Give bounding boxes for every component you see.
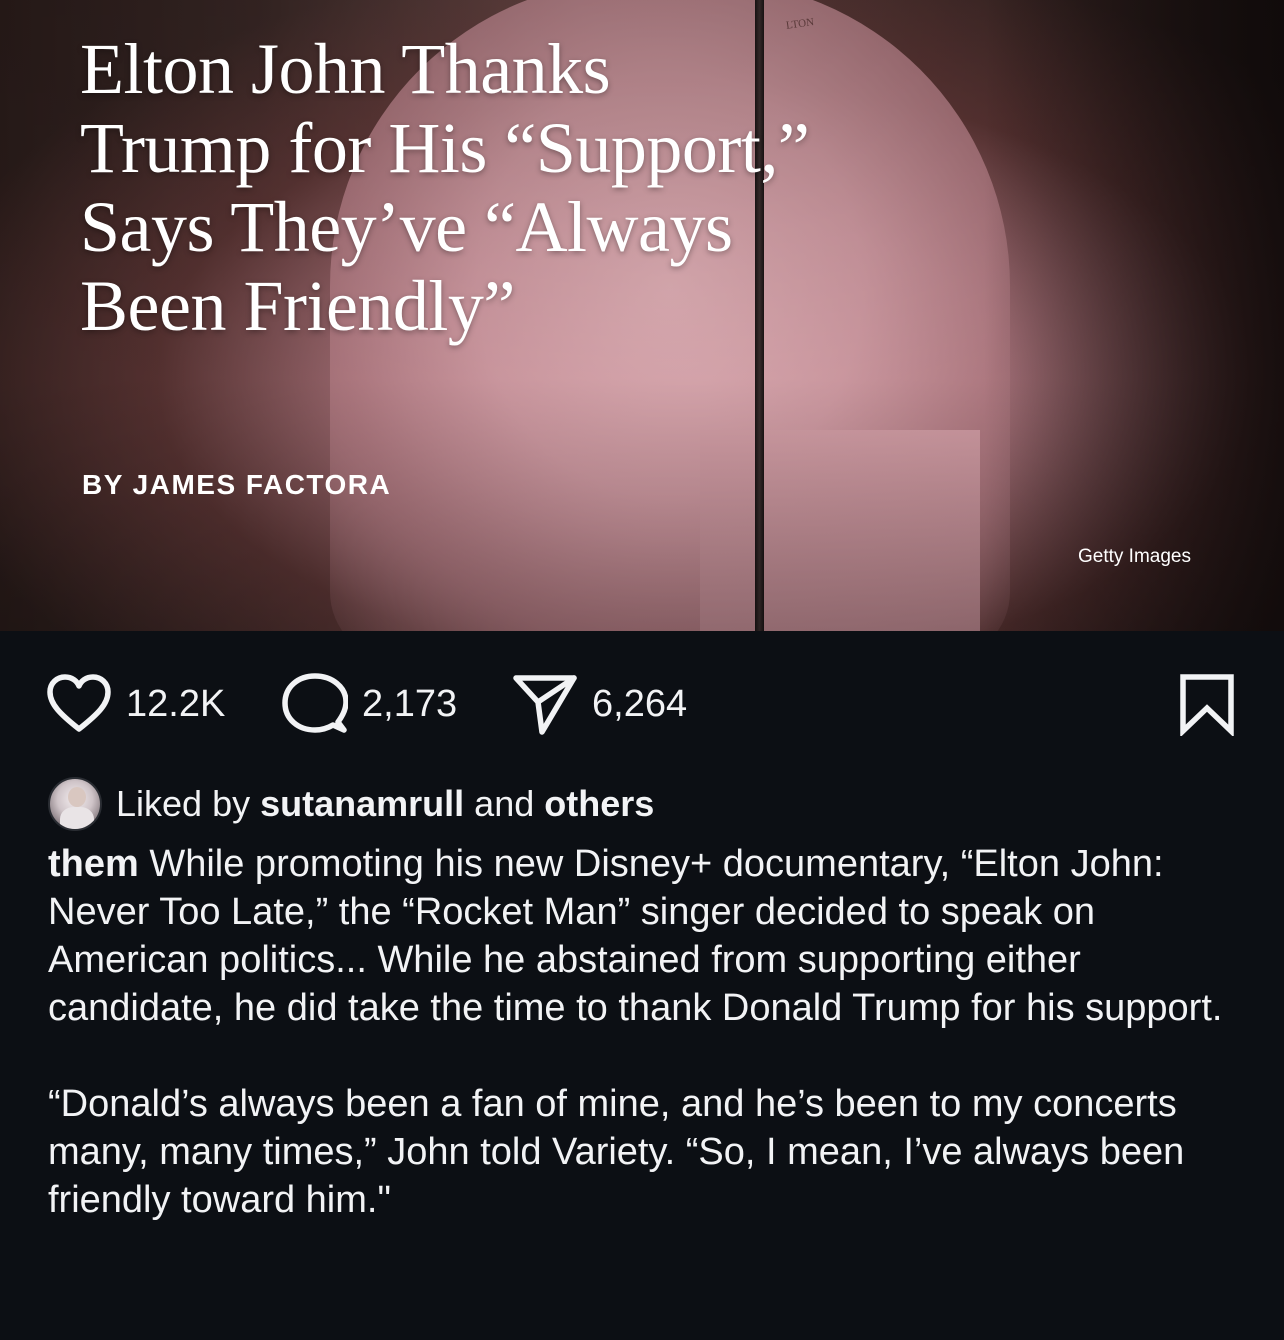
caption-username[interactable]: them	[48, 843, 139, 885]
post-caption: them While promoting his new Disney+ doc…	[48, 840, 1248, 1224]
like-button[interactable]: 12.2K	[46, 668, 225, 740]
bookmark-icon[interactable]	[1178, 672, 1236, 736]
post-action-bar: 12.2K 2,173 6,264	[0, 668, 1284, 740]
heart-icon[interactable]	[46, 674, 112, 734]
share-button[interactable]: 6,264	[512, 668, 687, 740]
post-image[interactable]: LTON Elton John Thanks Trump for His “Su…	[0, 0, 1284, 631]
caption-paragraph: “Donald’s always been a fan of mine, and…	[48, 1083, 1185, 1221]
headline-line: Elton John Thanks	[80, 29, 611, 109]
liked-by-and: and	[474, 783, 535, 824]
article-headline: Elton John Thanks Trump for His “Support…	[80, 30, 1080, 346]
photo-credit: Getty Images	[1078, 546, 1191, 567]
article-byline: BY JAMES FACTORA	[82, 469, 392, 500]
liked-by-row: Liked by sutanamrull and others	[48, 776, 654, 832]
comment-button[interactable]: 2,173	[282, 668, 457, 740]
avatar[interactable]	[48, 777, 102, 831]
headline-line: Trump for His “Support,”	[80, 108, 810, 188]
paper-plane-icon[interactable]	[512, 672, 578, 736]
headline-line: Says They’ve “Always	[80, 187, 733, 267]
like-count: 12.2K	[126, 682, 226, 725]
caption-paragraph: them While promoting his new Disney+ doc…	[48, 840, 1248, 1032]
caption-text: While promoting his new Disney+ document…	[48, 843, 1223, 1029]
liked-by-username[interactable]: sutanamrull	[260, 783, 464, 825]
liked-by-others[interactable]: others	[544, 783, 654, 825]
headline-line: Been Friendly”	[80, 266, 515, 346]
share-count: 6,264	[592, 682, 688, 725]
save-button[interactable]	[1178, 668, 1236, 740]
comment-bubble-icon[interactable]	[282, 672, 348, 736]
comment-count: 2,173	[362, 682, 458, 725]
liked-by-prefix: Liked by	[116, 783, 251, 824]
